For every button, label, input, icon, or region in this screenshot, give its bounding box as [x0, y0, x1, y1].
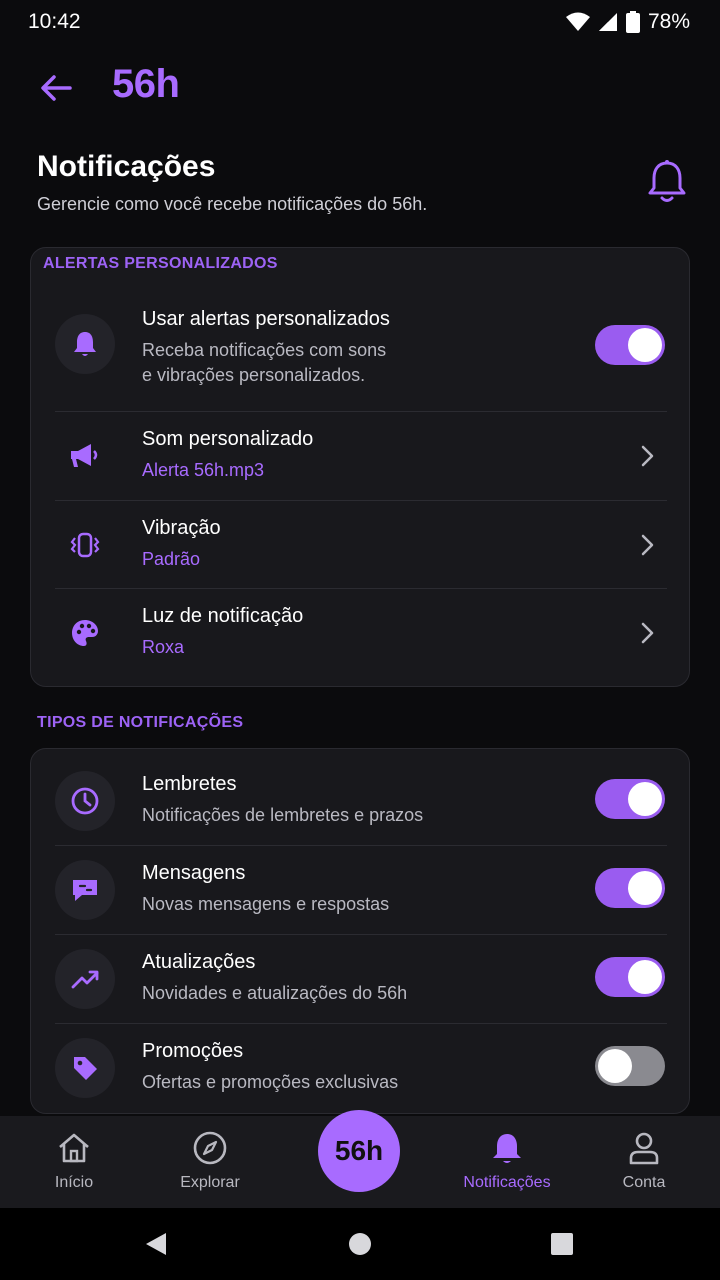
light-value: Roxa	[142, 637, 185, 657]
nav-home[interactable]: Início	[4, 1116, 144, 1208]
nav-explore-label: Explorar	[180, 1174, 240, 1191]
megaphone-icon-wrap	[55, 426, 115, 486]
system-navigation-bar	[0, 1208, 720, 1280]
custom-alerts-subtitle-2: e vibrações personalizados.	[142, 365, 366, 385]
bell-icon	[648, 160, 686, 202]
bell-icon-badge	[55, 314, 115, 374]
custom-alerts-row[interactable]: Usar alertas personalizados Receba notif…	[55, 298, 667, 408]
system-home-icon[interactable]	[348, 1232, 372, 1256]
toggle-knob	[628, 328, 662, 362]
promotions-toggle[interactable]	[595, 1046, 665, 1086]
vibration-icon	[70, 532, 100, 558]
sound-title: Som personalizado	[142, 428, 314, 450]
messages-title: Mensagens	[142, 862, 246, 884]
updates-subtitle: Novidades e atualizações do 56h	[142, 983, 408, 1003]
system-back-icon[interactable]	[144, 1232, 168, 1256]
sound-value: Alerta 56h.mp3	[142, 460, 265, 480]
nav-home-label: Início	[54, 1174, 94, 1191]
app-title: 56h	[112, 62, 180, 106]
reminders-subtitle: Notificações de lembretes e prazos	[142, 805, 424, 825]
nav-center-button[interactable]: 56h	[318, 1110, 400, 1192]
status-time: 10:42	[28, 10, 81, 33]
trending-icon-badge	[55, 949, 115, 1009]
updates-toggle[interactable]	[595, 957, 665, 997]
battery-icon	[625, 11, 640, 33]
wifi-icon	[565, 12, 590, 31]
palette-icon-wrap	[55, 603, 115, 663]
chevron-right-icon	[641, 622, 654, 644]
notification-types-card: Lembretes Notificações de lembretes e pr…	[30, 748, 690, 1114]
bell-icon	[493, 1134, 521, 1163]
status-icons: 78%	[565, 10, 690, 34]
messages-subtitle: Novas mensagens e respostas	[142, 894, 390, 914]
vibration-row[interactable]: Vibração Padrão	[55, 501, 667, 589]
toggle-knob	[628, 782, 662, 816]
reminders-row: Lembretes Notificações de lembretes e pr…	[55, 763, 667, 843]
system-recents-icon[interactable]	[550, 1232, 574, 1256]
clock-icon	[71, 787, 99, 815]
page-title: Notificações	[37, 150, 216, 183]
trending-icon	[71, 970, 99, 989]
vibration-title: Vibração	[142, 517, 221, 539]
light-title: Luz de notificação	[142, 605, 304, 627]
messages-toggle[interactable]	[595, 868, 665, 908]
reminders-toggle[interactable]	[595, 779, 665, 819]
tag-icon	[74, 1057, 97, 1080]
divider	[55, 845, 667, 846]
divider	[55, 1023, 667, 1024]
chevron-right-icon	[641, 534, 654, 556]
promotions-title: Promoções	[142, 1040, 244, 1062]
chevron-right-icon	[641, 445, 654, 467]
messages-row: Mensagens Novas mensagens e respostas	[55, 852, 667, 932]
chat-icon	[73, 880, 97, 901]
alerts-card: Usar alertas personalizados Receba notif…	[30, 247, 690, 687]
promotions-subtitle: Ofertas e promoções exclusivas	[142, 1072, 399, 1092]
promotions-row: Promoções Ofertas e promoções exclusivas	[55, 1030, 667, 1110]
nav-account-label: Conta	[622, 1174, 666, 1191]
back-button[interactable]	[36, 68, 76, 108]
signal-icon	[598, 13, 617, 31]
types-section-label: TIPOS DE NOTIFICAÇÕES	[37, 714, 244, 731]
page-heading: Notificações Gerencie como você recebe n…	[37, 150, 687, 215]
arrow-left-icon	[41, 75, 72, 101]
status-bar: 10:42 78%	[0, 0, 720, 44]
tag-icon-badge	[55, 1038, 115, 1098]
vibration-icon-wrap	[55, 515, 115, 575]
toggle-knob	[598, 1049, 632, 1083]
custom-alerts-title: Usar alertas personalizados	[142, 308, 390, 330]
home-icon	[59, 1133, 89, 1163]
nav-notifications[interactable]: Notificações	[437, 1116, 577, 1208]
updates-row: Atualizações Novidades e atualizações do…	[55, 941, 667, 1021]
page-subtitle: Gerencie como você recebe notificações d…	[37, 194, 428, 214]
custom-alerts-toggle[interactable]	[595, 325, 665, 365]
toggle-knob	[628, 960, 662, 994]
nav-account[interactable]: Conta	[574, 1116, 714, 1208]
nav-notifications-label: Notificações	[463, 1174, 551, 1191]
palette-icon	[72, 620, 98, 646]
bell-icon	[74, 332, 96, 356]
battery-percent: 78%	[647, 10, 690, 33]
clock-icon-badge	[55, 771, 115, 831]
alerts-section-label: ALERTAS PERSONALIZADOS	[43, 255, 278, 272]
sound-row[interactable]: Som personalizado Alerta 56h.mp3	[55, 412, 667, 500]
nav-explore[interactable]: Explorar	[140, 1116, 280, 1208]
compass-icon	[193, 1131, 227, 1165]
custom-alerts-subtitle-1: Receba notificações com sons	[142, 340, 387, 360]
notification-light-row[interactable]: Luz de notificação Roxa	[55, 589, 667, 677]
vibration-value: Padrão	[142, 549, 201, 569]
bottom-nav: Início Explorar 56h Notificações Conta	[0, 1110, 720, 1208]
app-header: 56h	[0, 56, 720, 118]
toggle-knob	[628, 871, 662, 905]
megaphone-icon	[71, 444, 98, 467]
reminders-title: Lembretes	[142, 773, 237, 795]
person-icon	[629, 1132, 659, 1165]
divider	[55, 934, 667, 935]
chat-icon-badge	[55, 860, 115, 920]
updates-title: Atualizações	[142, 951, 256, 973]
